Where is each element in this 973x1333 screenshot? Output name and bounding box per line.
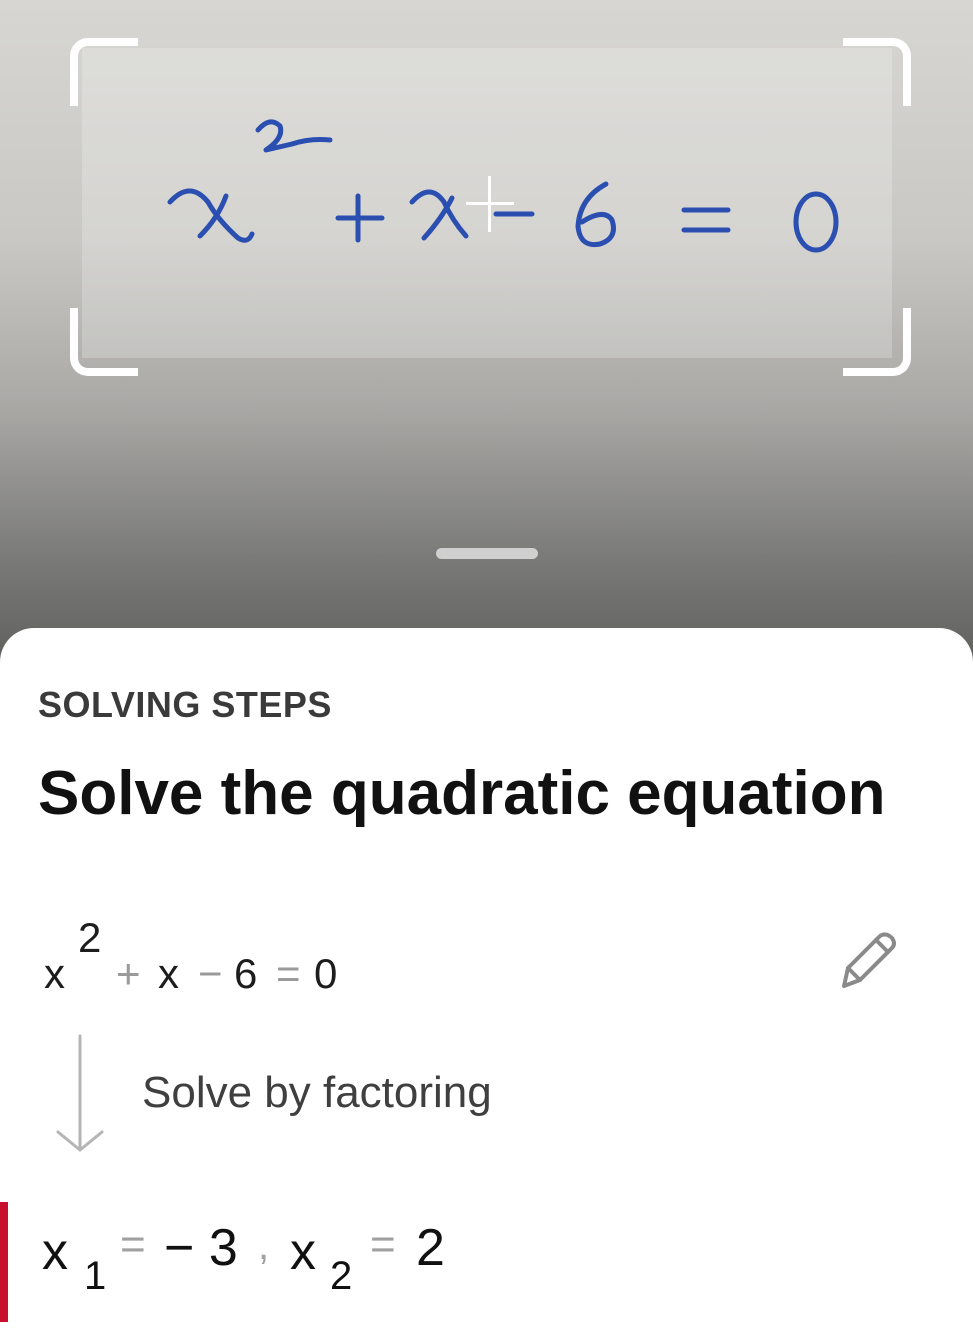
- eq-equals: =: [276, 950, 301, 997]
- result-accent-bar: [0, 1202, 8, 1322]
- result-comma: ,: [258, 1224, 270, 1268]
- eq-base: x: [44, 950, 65, 997]
- crosshair-icon: [466, 176, 514, 232]
- result-equals-2: =: [370, 1220, 396, 1269]
- solution-title: Solve the quadratic equation: [38, 759, 886, 828]
- scan-corner-bottom-left: [70, 308, 138, 376]
- result-display[interactable]: x 1 = − 3 , x 2 = 2: [42, 1214, 642, 1314]
- step-description: Solve by factoring: [142, 1068, 492, 1117]
- result-x2-subscript: 2: [330, 1254, 353, 1298]
- scan-corner-top-left: [70, 38, 138, 106]
- app-root: SOLVING STEPS Solve the quadratic equati…: [0, 0, 973, 1333]
- eq-plus: +: [116, 950, 141, 997]
- solution-sheet: SOLVING STEPS Solve the quadratic equati…: [0, 628, 973, 1333]
- result-value-1: − 3: [164, 1219, 238, 1277]
- scan-corner-top-right: [843, 38, 911, 106]
- result-value-2: 2: [416, 1219, 445, 1277]
- eq-exponent: 2: [78, 914, 102, 961]
- camera-viewfinder[interactable]: [0, 0, 973, 680]
- pencil-icon[interactable]: [830, 928, 900, 998]
- result-x1-subscript: 1: [84, 1254, 107, 1298]
- eq-zero: 0: [314, 950, 338, 997]
- arrow-down-icon: [56, 1034, 104, 1152]
- sheet-drag-handle[interactable]: [436, 548, 538, 559]
- eq-x: x: [158, 950, 179, 997]
- result-equals-1: =: [120, 1220, 146, 1269]
- scan-corner-bottom-right: [843, 308, 911, 376]
- result-x2: x: [290, 1223, 316, 1281]
- equation-display[interactable]: x 2 + x − 6 = 0: [44, 914, 544, 1010]
- eq-six: 6: [234, 950, 258, 997]
- result-x1: x: [42, 1223, 68, 1281]
- eq-minus: −: [198, 950, 223, 997]
- section-label: SOLVING STEPS: [38, 684, 332, 725]
